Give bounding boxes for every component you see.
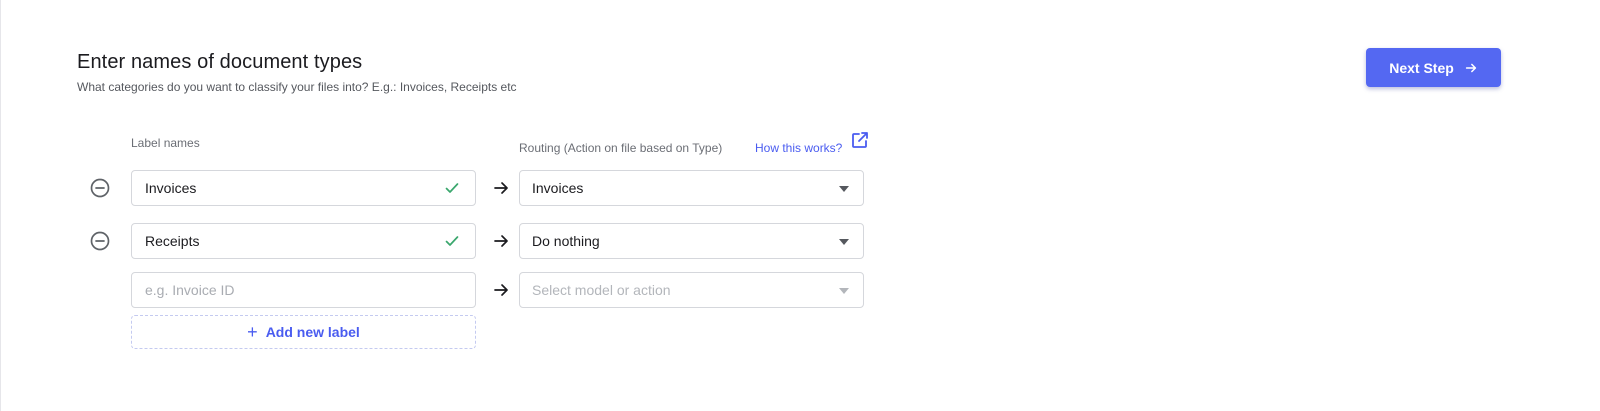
next-step-label: Next Step [1389,59,1454,76]
external-link-icon[interactable] [850,130,870,150]
label-name-input[interactable] [131,170,476,206]
routing-select[interactable]: Do nothing [519,223,864,259]
caret-down-icon [839,186,849,192]
label-name-input[interactable] [131,223,476,259]
page-title: Enter names of document types [77,51,363,73]
arrow-right-icon [494,182,508,194]
check-icon [445,236,459,246]
new-label-input[interactable] [131,272,476,308]
remove-label-icon[interactable] [89,230,111,252]
add-new-label-text: Add new label [265,324,360,340]
check-icon [445,183,459,193]
page-subtitle: What categories do you want to classify … [77,80,517,94]
page-header: Enter names of document types What categ… [77,51,517,94]
caret-down-icon [839,239,849,245]
routing-select-value: Invoices [532,180,584,196]
routing-select-value: Do nothing [532,233,600,249]
label-names-column-header: Label names [131,136,200,150]
new-routing-select[interactable]: Select model or action [519,272,864,308]
plus-icon: + [247,322,258,342]
routing-select-placeholder: Select model or action [532,282,671,298]
arrow-right-icon [494,235,508,247]
routing-column-header: Routing (Action on file based on Type) [519,141,723,155]
remove-label-icon[interactable] [89,177,111,199]
label-row: Do nothing [0,223,900,259]
arrow-right-icon [1465,63,1476,72]
new-label-row: Select model or action [0,272,900,308]
arrow-right-icon [494,284,508,296]
next-step-button[interactable]: Next Step [1366,48,1501,87]
label-row: Invoices [0,170,900,206]
how-this-works-link[interactable]: How this works? [755,141,842,155]
add-new-label-button[interactable]: + Add new label [131,315,476,349]
routing-select[interactable]: Invoices [519,170,864,206]
caret-down-icon [839,288,849,294]
